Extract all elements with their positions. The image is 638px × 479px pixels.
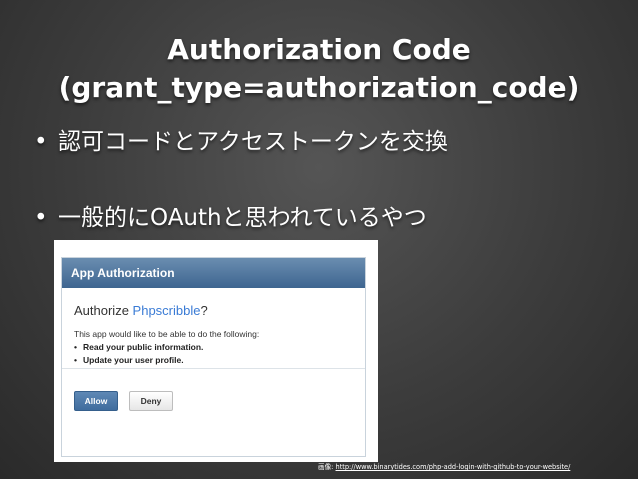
permission-item: • Update your user profile. [74, 355, 184, 365]
image-credit: 画像: http://www.binarytides.com/php-add-l… [318, 461, 630, 471]
slide-title-line1: Authorization Code [167, 33, 471, 66]
allow-button[interactable]: Allow [74, 391, 118, 411]
bullet-item: • 一般的にOAuthと思われているやつ [34, 203, 427, 233]
deny-button[interactable]: Deny [129, 391, 173, 411]
embedded-screenshot: App Authorization Authorize Phpscribble?… [54, 240, 378, 462]
bullet-text: 一般的にOAuthと思われているやつ [58, 205, 427, 231]
authorize-suffix: ? [200, 303, 208, 318]
bullet-dot: • [34, 129, 48, 155]
permission-text: Update your user profile. [83, 355, 184, 365]
app-authorization-card: App Authorization Authorize Phpscribble?… [61, 257, 366, 457]
credit-url-link[interactable]: http://www.binarytides.com/php-add-login… [336, 463, 571, 471]
slide-title-line2: (grant_type=authorization_code) [58, 71, 580, 104]
bullet-item: • 認可コードとアクセストークンを交換 [34, 127, 448, 157]
bullet-dot: • [74, 342, 77, 352]
card-divider [62, 368, 365, 369]
permission-description: This app would like to be able to do the… [74, 329, 260, 339]
bullet-dot: • [74, 355, 77, 365]
permission-text: Read your public information. [83, 342, 204, 352]
bullet-text: 認可コードとアクセストークンを交換 [58, 129, 448, 155]
card-header: App Authorization [62, 258, 365, 288]
authorize-heading: Authorize Phpscribble? [74, 303, 208, 318]
authorize-prefix: Authorize [74, 303, 133, 318]
credit-prefix: 画像: [318, 463, 336, 471]
app-name-link[interactable]: Phpscribble [133, 303, 201, 318]
permission-item: • Read your public information. [74, 342, 203, 352]
bullet-dot: • [34, 205, 48, 231]
